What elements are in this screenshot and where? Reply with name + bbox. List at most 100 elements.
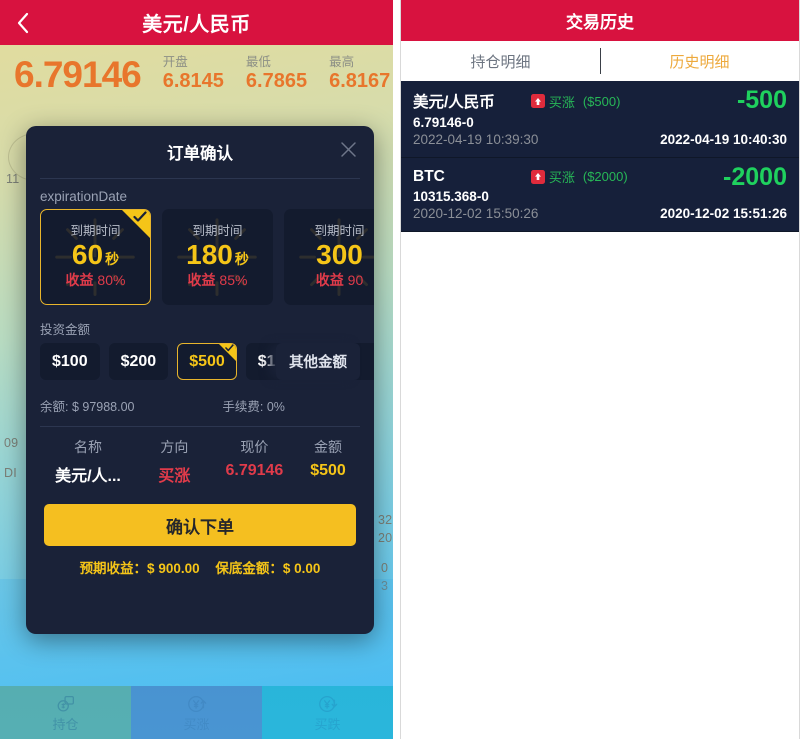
expiration-options: 到期时间 60 秒 收益 80% 到期时间 180 秒 收益 85% 到期时间 … [26,209,374,305]
chart-tick-left-2: 09 [4,436,19,450]
history-header: 交易历史 [401,0,799,41]
nav-item-buy-down[interactable]: 买跌 [262,686,393,739]
other-amount-button[interactable]: 其他金额 [276,343,360,380]
order-confirm-dialog: 订单确认 expirationDate 到期时间 60 秒 收益 80% 到期时… [26,126,374,634]
quote-low-value: 6.7865 [245,70,308,92]
trade-history-panel: 交易历史 持仓明细 历史明细 美元/人民币 买涨 ($500) -500 6.7… [400,0,800,739]
summary-header-name: 名称 [74,439,102,455]
tab-positions-label: 持仓明细 [470,53,531,71]
chart-tick-right-3: 0 [381,561,389,575]
chevron-left-icon[interactable] [11,12,33,34]
expiration-option-300[interactable]: 到期时间 300 收益 90 [284,209,374,305]
summary-value-amount: $500 [310,462,346,479]
history-cost: ($2000) [582,169,628,184]
history-direction: 买涨 [548,94,575,110]
quote-low-label: 最低 [245,55,271,69]
other-amount-label: 其他金额 [289,355,347,371]
summary-header-direction: 方向 [160,439,189,455]
history-row[interactable]: BTC 买涨 ($2000) -2000 10315.368-0 2020-12… [401,158,799,232]
amount-options-wrap: $100 $200 $500 $1000 $ 其他金额 [26,343,374,380]
trading-panel: 美元/人民币 11 09 DI 32 20 0 3 6.79146 开盘 6.8… [0,0,393,739]
profit-label-300: 收益 [315,272,344,288]
chart-tick-right-2: 20 [378,531,393,545]
dialog-title: 订单确认 [167,145,233,163]
summary-value-row: 美元/人... 买涨 6.79146 $500 [26,457,374,486]
yen-up-icon [187,696,206,712]
quote-open-label: 开盘 [162,55,188,69]
chart-tick-right-4: 3 [381,579,389,593]
expiration-profit-180: 收益 85% [188,271,248,290]
quote-row: 6.79146 开盘 6.8145 最低 6.7865 最高 6.8167 [0,45,393,101]
history-direction: 买涨 [548,170,575,185]
amount-option-200[interactable]: $200 [108,343,169,380]
order-footnote: 预期收益：$ 900.00 保底金额：$ 0.00 [26,557,374,577]
quote-stat-low: 最低 6.7865 [246,55,307,93]
history-row[interactable]: 美元/人民币 买涨 ($500) -500 6.79146-0 2022-04-… [401,81,799,158]
check-icon [224,344,234,352]
chart-tick-left-1: 11 [6,172,20,186]
expiration-label-60: 到期时间 [70,224,121,238]
expiration-profit-60: 收益 80% [66,271,126,290]
dialog-header: 订单确认 [26,126,374,178]
history-symbol: 美元/人民币 [413,94,495,111]
history-direction-group: 买涨 ($500) [530,92,621,111]
confirm-order-button[interactable]: 确认下单 [44,504,356,546]
quote-high-value: 6.8167 [329,70,391,92]
history-pnl: -2000 [723,163,787,191]
coins-stack-icon [57,696,74,712]
expiration-label-300: 到期时间 [314,224,365,238]
history-open-time: 2020-12-02 15:50:26 [413,206,539,221]
amount-label-200: $200 [120,352,157,370]
bottom-navigation: 持仓 买涨 买跌 [0,686,393,739]
history-close-time: 2022-04-19 10:40:30 [660,132,787,147]
confirm-order-label: 确认下单 [166,517,234,537]
expiration-option-60[interactable]: 到期时间 60 秒 收益 80% [40,209,151,305]
amount-option-100[interactable]: $100 [40,343,100,380]
dialog-body: expirationDate 到期时间 60 秒 收益 80% 到期时间 180… [26,179,374,577]
expiration-unit-60: 秒 [105,251,120,267]
check-icon [133,211,147,222]
amount-option-500[interactable]: $500 [177,343,237,380]
summary-value-direction: 买涨 [158,468,191,485]
history-close-time: 2020-12-02 15:51:26 [660,206,787,221]
history-tabs: 持仓明细 历史明细 [401,41,799,81]
left-header: 美元/人民币 [0,0,393,45]
expiration-value-180: 180 [186,239,233,270]
history-title: 交易历史 [566,13,634,32]
expiration-profit-300: 收益 90 [316,271,363,290]
nav-item-positions[interactable]: 持仓 [0,686,131,739]
nav-item-buy-up[interactable]: 买涨 [131,686,262,739]
quote-high-label: 最高 [329,55,355,69]
history-price: 10315.368- [413,189,482,204]
summary-value-price: 6.79146 [225,462,284,479]
quote-stat-high: 最高 6.8167 [329,55,390,93]
profit-label-180: 收益 [187,272,216,288]
summary-value-name: 美元/人... [55,468,121,485]
history-direction-group: 买涨 ($2000) [530,167,628,186]
nav-label-buy-down: 买跌 [314,717,341,732]
expiration-option-180[interactable]: 到期时间 180 秒 收益 85% [162,209,273,305]
profit-label-60: 收益 [65,272,94,288]
expiration-section-label: expirationDate [40,189,128,204]
history-open-time: 2022-04-19 10:39:30 [413,132,539,147]
fee-text: 手续费: 0% [222,400,285,414]
amount-label-100: $100 [52,352,88,370]
summary-header-row: 名称 方向 现价 金额 [26,427,374,457]
history-cost: ($500) [582,93,621,109]
yen-down-icon [318,696,337,712]
expected-profit-text: 预期收益：$ 900.00 [79,561,200,576]
history-price: 6.79146- [413,115,467,130]
guaranteed-amount-text: 保底金额：$ 0.00 [215,561,321,576]
close-icon[interactable] [335,136,361,162]
expiration-label-180: 到期时间 [192,224,243,238]
history-pnl: -500 [736,86,787,114]
arrow-up-icon [530,169,545,184]
profit-value-180: 85% [219,272,248,288]
tab-positions[interactable]: 持仓明细 [401,41,600,81]
profit-value-300: 90 [347,272,364,288]
current-price: 6.79146 [14,54,142,95]
page-title: 美元/人民币 [142,14,251,36]
balance-text: 余额: $ 97988.00 [40,400,135,414]
history-price-delta: 0 [466,115,474,130]
tab-history[interactable]: 历史明细 [600,41,799,81]
